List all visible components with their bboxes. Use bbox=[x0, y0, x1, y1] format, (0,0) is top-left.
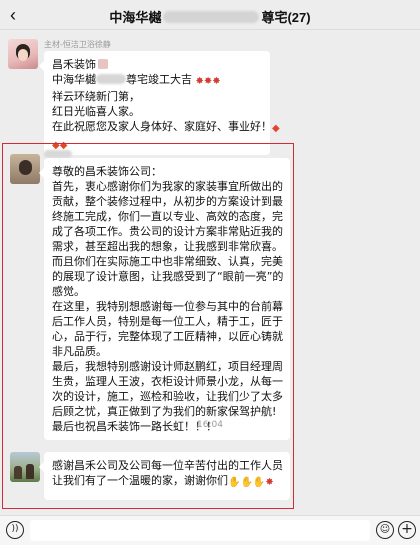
avatar[interactable] bbox=[10, 452, 40, 482]
sender-name: 主材-恒洁卫浴徐静 bbox=[44, 40, 111, 49]
avatar[interactable] bbox=[10, 154, 40, 184]
fortune-icon: ◆ bbox=[272, 123, 280, 134]
clap-icon: ✋ bbox=[240, 477, 253, 488]
redacted-text bbox=[96, 74, 126, 84]
voice-icon[interactable]: )) bbox=[6, 521, 24, 539]
message-bubble[interactable]: 感谢昌禾公司及公司每一位辛苦付出的工作人员 让我们有了一个温暖的家，谢谢你们✋✋… bbox=[39, 452, 290, 500]
firecracker-icon: ✸ bbox=[212, 76, 221, 87]
chat-header: ‹ 中海华樾 尊宅(27) bbox=[0, 0, 420, 30]
smile-icon[interactable]: ☺ bbox=[376, 521, 394, 539]
clap-icon: ✋ bbox=[228, 477, 241, 488]
input-bar: )) ☺ + bbox=[0, 515, 420, 545]
message-bubble[interactable]: 昌禾装饰 中海华樾 尊宅竣工大吉 ✸✸✸ 祥云环绕新门第， 红日光临喜人家。 在此… bbox=[39, 51, 280, 155]
avatar[interactable] bbox=[8, 39, 38, 69]
redacted-text bbox=[44, 150, 72, 158]
message-input[interactable] bbox=[30, 520, 370, 541]
firecracker-icon: ✸ bbox=[203, 76, 213, 87]
avatar-badge bbox=[98, 59, 108, 69]
redacted-text bbox=[163, 11, 260, 23]
chat-window: ‹ 中海华樾 尊宅(27) 主材-恒洁卫浴徐静 昌禾装饰 中海华樾 尊宅竣工大吉 ✸… bbox=[0, 0, 420, 545]
message-bubble[interactable]: 尊敬的昌禾装饰公司： 首先，衷心感谢你们为我家的家装事宜所做出的 贡献，整个装修… bbox=[39, 158, 290, 440]
firecracker-icon: ✸ bbox=[195, 76, 204, 87]
plus-icon[interactable]: + bbox=[398, 521, 416, 539]
chat-title: 中海华樾 尊宅(27) bbox=[109, 10, 311, 25]
clap-icon: ✋ bbox=[252, 477, 266, 488]
timestamp: 16:04 bbox=[197, 420, 223, 430]
firecracker-icon: ✸ bbox=[265, 477, 274, 488]
